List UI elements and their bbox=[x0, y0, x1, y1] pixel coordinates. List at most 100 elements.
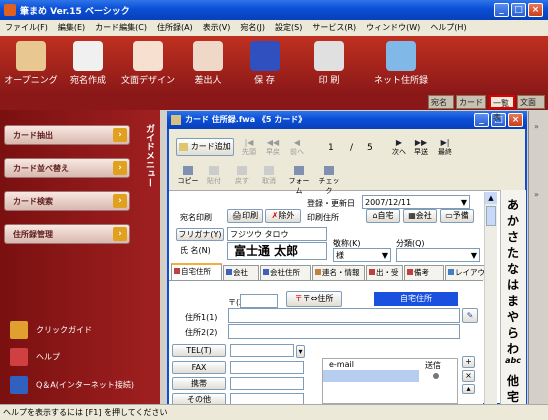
send-radio-icon[interactable] bbox=[433, 373, 439, 379]
chevron-right-icon: › bbox=[113, 128, 127, 142]
toolbar-button-2[interactable]: 文面デザイン bbox=[117, 38, 179, 94]
kana-index-item[interactable]: や bbox=[502, 308, 524, 325]
kana-index-item[interactable]: あ bbox=[502, 196, 524, 213]
phone-dropdown-button[interactable]: ▾ bbox=[296, 345, 305, 358]
expand-right-icon[interactable]: » bbox=[534, 190, 539, 199]
right-tab-3[interactable]: 文面 bbox=[517, 95, 545, 109]
kana-index-item[interactable]: は bbox=[502, 276, 524, 293]
toolbar-button-6[interactable]: ネット住所録 bbox=[366, 38, 436, 94]
kana-index-item[interactable]: abc bbox=[502, 356, 524, 365]
card-minimize-button[interactable]: _ bbox=[474, 113, 489, 127]
right-tab-0[interactable]: 宛名 bbox=[428, 95, 454, 109]
zip-field[interactable] bbox=[240, 294, 278, 308]
spare-address-button[interactable]: ▭予備 bbox=[440, 209, 474, 223]
menu-item-0[interactable]: ファイル(F) bbox=[0, 20, 53, 36]
edit-3[interactable]: 取消 bbox=[256, 166, 282, 186]
name-field[interactable]: 富士通 太郎 bbox=[227, 242, 327, 260]
kana-index-item[interactable]: ま bbox=[502, 292, 524, 309]
contact-type-button-1[interactable]: FAX bbox=[172, 361, 226, 374]
toolbar-button-5[interactable]: 印 刷 bbox=[294, 38, 364, 94]
print-toggle-button[interactable]: 🖨印刷 bbox=[227, 209, 263, 223]
contact-field-0[interactable] bbox=[230, 344, 294, 357]
nav2-1[interactable]: ▶▶ 早送 bbox=[410, 138, 432, 157]
card-tab-6[interactable]: レイアウト bbox=[445, 265, 493, 280]
furigana-button[interactable]: フリガナ(Y) bbox=[176, 228, 224, 241]
form-scrollbar[interactable]: ▲ bbox=[484, 192, 497, 404]
card-tab-1[interactable]: 会社 bbox=[223, 265, 259, 280]
kana-index-item[interactable]: 宅 bbox=[502, 388, 524, 405]
expand-right-icon[interactable]: » bbox=[534, 122, 539, 131]
nav-0[interactable]: |◀ 先頭 bbox=[238, 138, 260, 157]
menu-item-3[interactable]: 住所録(A) bbox=[152, 20, 198, 36]
toolbar-button-4[interactable]: 保 存 bbox=[237, 38, 292, 94]
maximize-button[interactable]: □ bbox=[511, 3, 526, 17]
contact-type-button-0[interactable]: TEL(T) bbox=[172, 344, 226, 357]
home-address-button[interactable]: ⌂自宅 bbox=[366, 209, 400, 223]
guide-link-1[interactable]: ヘルプ bbox=[10, 348, 60, 366]
nav-2[interactable]: ◀ 前へ bbox=[286, 138, 308, 157]
edit-4[interactable]: フォーム bbox=[286, 166, 312, 196]
guide-button-1[interactable]: カード並べ替え › bbox=[4, 158, 130, 178]
edit-2[interactable]: 戻す bbox=[229, 166, 255, 186]
kana-index-item[interactable]: さ bbox=[502, 228, 524, 245]
address2-field[interactable] bbox=[228, 324, 460, 339]
nav2-2[interactable]: ▶| 最終 bbox=[434, 138, 456, 157]
menu-item-9[interactable]: ヘルプ(H) bbox=[425, 20, 471, 36]
address1-field[interactable] bbox=[228, 308, 460, 323]
guide-button-3[interactable]: 住所録管理 › bbox=[4, 224, 130, 244]
scroll-up-icon[interactable]: ▲ bbox=[485, 192, 497, 204]
kana-index-item[interactable]: ら bbox=[502, 324, 524, 341]
edit-0[interactable]: コピー bbox=[175, 166, 201, 186]
card-tab-4[interactable]: 出・受 bbox=[366, 265, 403, 280]
card-tab-2[interactable]: 会社住所 bbox=[260, 265, 311, 280]
reg-date-field[interactable]: 2007/12/11 ▼ bbox=[362, 195, 470, 209]
toolbar-button-3[interactable]: 差出人 bbox=[181, 38, 235, 94]
contact-field-1[interactable] bbox=[230, 361, 304, 374]
email-add-button[interactable]: + bbox=[462, 356, 475, 368]
right-tab-2[interactable]: 一覧表 bbox=[489, 95, 515, 122]
menu-item-7[interactable]: サービス(R) bbox=[307, 20, 361, 36]
title-select[interactable]: 様 ▼ bbox=[333, 248, 391, 262]
close-button[interactable]: × bbox=[528, 3, 543, 17]
nav2-0[interactable]: ▶ 次へ bbox=[388, 138, 410, 157]
guide-link-2[interactable]: Q＆A(インターネット接続) bbox=[10, 376, 134, 394]
minimize-button[interactable]: _ bbox=[494, 3, 509, 17]
nav-1[interactable]: ◀◀ 早戻 bbox=[262, 138, 284, 157]
edit-5[interactable]: チェック bbox=[316, 166, 342, 196]
zip-convert-button[interactable]: 〒〒⇔住所 bbox=[286, 291, 342, 307]
menu-item-5[interactable]: 宛名(J) bbox=[235, 20, 270, 36]
right-tab-1[interactable]: カード bbox=[456, 95, 486, 109]
menu-item-4[interactable]: 表示(V) bbox=[198, 20, 236, 36]
email-up-button[interactable]: ▴ bbox=[462, 384, 475, 394]
add-card-button[interactable]: カード追加 bbox=[176, 138, 234, 156]
kana-index-item[interactable]: た bbox=[502, 244, 524, 261]
guide-button-0[interactable]: カード抽出 › bbox=[4, 125, 130, 145]
email-row-selected[interactable] bbox=[323, 370, 419, 382]
kana-index-item[interactable]: な bbox=[502, 260, 524, 277]
kana-index-item[interactable]: わ bbox=[502, 340, 524, 357]
toolbar-button-0[interactable]: オープニング bbox=[2, 38, 60, 94]
menu-item-6[interactable]: 設定(S) bbox=[270, 20, 307, 36]
work-address-button[interactable]: ▦会社 bbox=[403, 209, 437, 223]
exclude-button[interactable]: ✗除外 bbox=[265, 209, 301, 223]
guide-button-2[interactable]: カード検索 › bbox=[4, 191, 130, 211]
contact-type-button-2[interactable]: 携帯 bbox=[172, 377, 226, 390]
guide-link-0[interactable]: クリックガイド bbox=[10, 321, 92, 339]
furigana-field[interactable]: フジツウ タロウ bbox=[227, 227, 327, 241]
toolbar-button-1[interactable]: 宛名作成 bbox=[62, 38, 114, 94]
contact-field-2[interactable] bbox=[230, 377, 304, 390]
menu-item-8[interactable]: ウィンドウ(W) bbox=[361, 20, 425, 36]
scroll-thumb[interactable] bbox=[486, 206, 496, 226]
email-delete-button[interactable]: × bbox=[462, 370, 475, 382]
menu-item-2[interactable]: カード編集(C) bbox=[90, 20, 152, 36]
kana-index-item[interactable]: か bbox=[502, 212, 524, 229]
edit-1[interactable]: 貼付 bbox=[201, 166, 227, 186]
card-tab-0[interactable]: 自宅住所 bbox=[171, 263, 222, 280]
class-select[interactable]: ▼ bbox=[396, 248, 480, 262]
card-close-button[interactable]: × bbox=[508, 113, 523, 127]
kana-index-item[interactable]: 他 bbox=[502, 372, 524, 389]
card-tab-3[interactable]: 連名・情報 bbox=[312, 265, 365, 280]
address-edit-button[interactable]: ✎ bbox=[462, 308, 478, 323]
card-tab-5[interactable]: 備考 bbox=[404, 265, 444, 280]
menu-item-1[interactable]: 編集(E) bbox=[53, 20, 90, 36]
